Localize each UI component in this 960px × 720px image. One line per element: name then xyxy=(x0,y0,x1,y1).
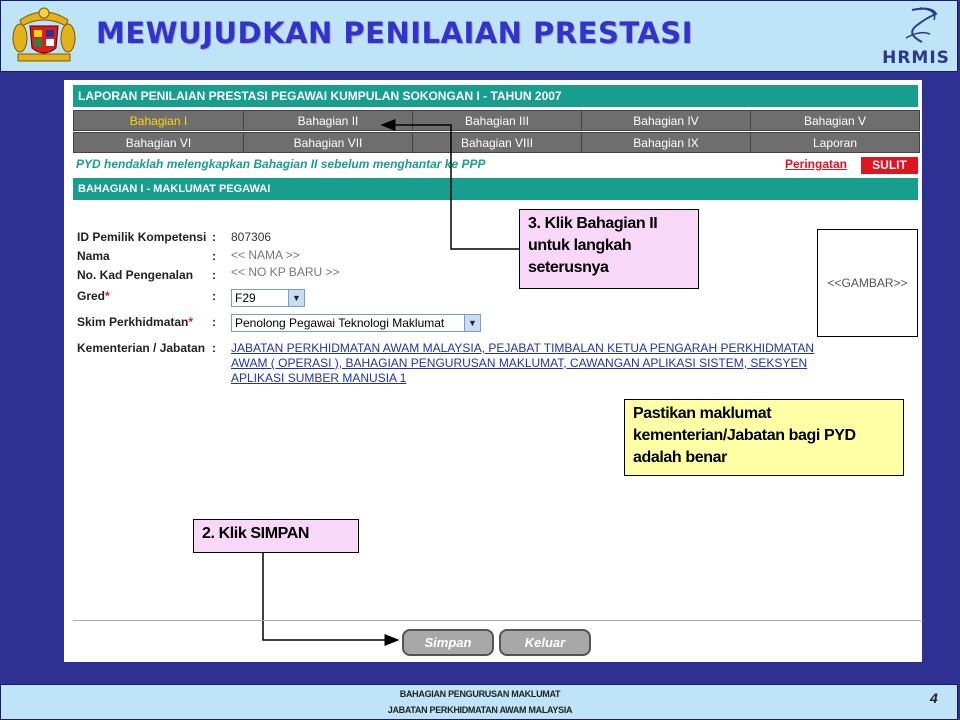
arrow-to-simpan xyxy=(262,553,400,646)
page-number: 4 xyxy=(930,690,938,706)
arrow-to-bahagian-2 xyxy=(380,119,519,250)
save-button[interactable]: Simpan xyxy=(402,629,494,656)
slide-footer: BAHAGIAN PENGURUSAN MAKLUMAT JABATAN PER… xyxy=(0,684,958,720)
footer-department: BAHAGIAN PENGURUSAN MAKLUMAT xyxy=(399,689,561,699)
annotation-arrows xyxy=(262,119,519,646)
form-divider xyxy=(73,620,921,621)
footer-agency: JABATAN PERKHIDMATAN AWAM MALAYSIA xyxy=(387,705,573,715)
exit-button[interactable]: Keluar xyxy=(499,629,591,656)
